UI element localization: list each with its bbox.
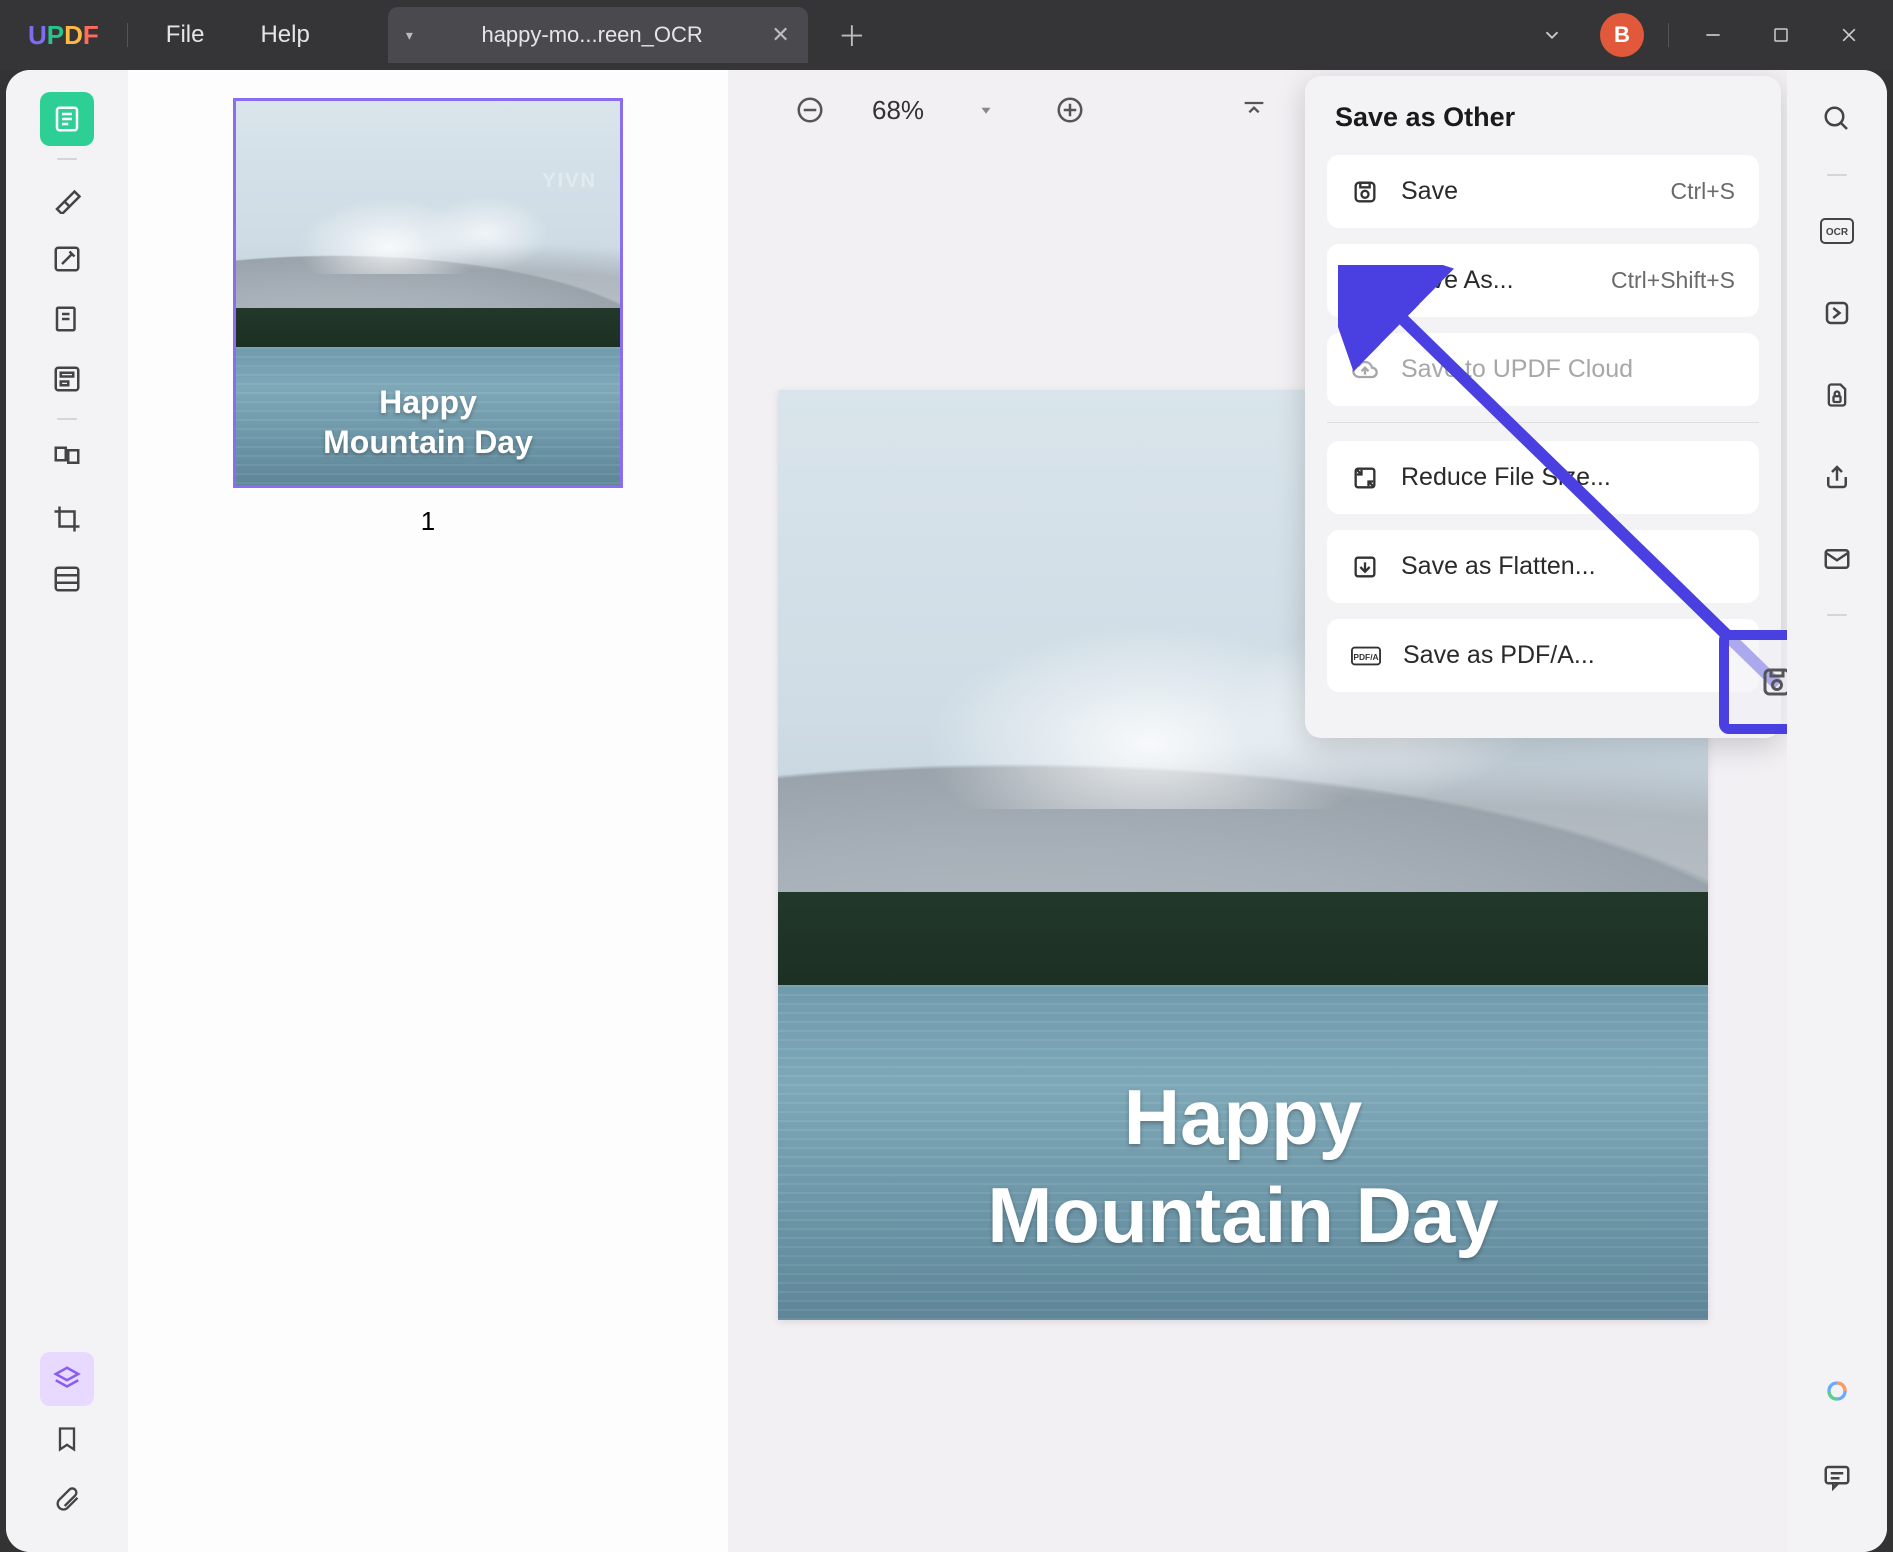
- user-avatar[interactable]: B: [1600, 13, 1644, 57]
- zoom-dropdown-icon[interactable]: [964, 88, 1008, 132]
- email-icon: [1822, 544, 1852, 574]
- save-label: Save: [1401, 177, 1648, 206]
- app-logo: UPDF: [10, 20, 117, 51]
- divider: [57, 158, 77, 160]
- save-option[interactable]: Save Ctrl+S: [1327, 155, 1759, 228]
- save-shortcut: Ctrl+S: [1670, 178, 1735, 205]
- lock-file-icon: [1823, 380, 1851, 410]
- tab-dropdown-icon[interactable]: ▾: [406, 27, 413, 44]
- right-toolbar: OCR: [1787, 70, 1887, 1552]
- thumbnail-caption: Happy Mountain Day: [236, 382, 620, 462]
- watermark-text: YIVN: [542, 170, 597, 193]
- divider: [127, 23, 128, 47]
- zoom-in-button[interactable]: [1048, 88, 1092, 132]
- ai-icon: [1821, 1379, 1853, 1411]
- highlight-tool[interactable]: [40, 172, 94, 226]
- ocr-icon: OCR: [1820, 218, 1854, 244]
- save-icon: [1759, 664, 1787, 700]
- document-tab[interactable]: ▾ happy-mo...reen_OCR ✕: [388, 7, 808, 63]
- comment-button[interactable]: [1810, 1450, 1864, 1504]
- reader-mode-button[interactable]: [40, 92, 94, 146]
- ai-assistant-button[interactable]: [1810, 1368, 1864, 1422]
- thumbnail-page-number: 1: [421, 506, 435, 537]
- new-tab-button[interactable]: ＋: [838, 15, 866, 55]
- window-close-icon[interactable]: [1829, 15, 1869, 55]
- email-button[interactable]: [1810, 532, 1864, 586]
- layers-button[interactable]: [40, 1352, 94, 1406]
- protect-button[interactable]: [1810, 368, 1864, 422]
- annotation-highlight-box: [1719, 630, 1787, 734]
- tab-close-icon[interactable]: ✕: [771, 22, 789, 48]
- crop-tool[interactable]: [40, 492, 94, 546]
- organize-tool[interactable]: [40, 432, 94, 486]
- save-icon: [1351, 178, 1379, 206]
- svg-text:OCR: OCR: [1826, 227, 1849, 238]
- recent-dropdown-icon[interactable]: [1532, 15, 1572, 55]
- share-icon: [1822, 462, 1852, 492]
- page-tool[interactable]: [40, 292, 94, 346]
- thumbnail-image: YIVN Happy Mountain Day: [236, 101, 620, 485]
- page-caption: Happy Mountain Day: [778, 1069, 1708, 1264]
- convert-button[interactable]: [1810, 286, 1864, 340]
- ocr-button[interactable]: OCR: [1810, 204, 1864, 258]
- convert-icon: [1822, 298, 1852, 328]
- search-icon: [1822, 104, 1852, 134]
- comment-icon: [1822, 1462, 1852, 1492]
- search-button[interactable]: [1810, 92, 1864, 146]
- divider: [1827, 614, 1847, 616]
- divider: [1827, 174, 1847, 176]
- app-body: YIVN Happy Mountain Day 1 68%: [6, 70, 1887, 1552]
- window-minimize-icon[interactable]: [1693, 15, 1733, 55]
- fit-page-button[interactable]: [1232, 88, 1276, 132]
- edit-text-tool[interactable]: [40, 232, 94, 286]
- titlebar: UPDF File Help ▾ happy-mo...reen_OCR ✕ ＋…: [0, 0, 1893, 70]
- panel-title: Save as Other: [1327, 102, 1759, 133]
- redact-tool[interactable]: [40, 552, 94, 606]
- main-viewport: 68% Happy Mountain Day: [728, 70, 1787, 1552]
- left-toolbar: [6, 70, 128, 1552]
- form-tool[interactable]: [40, 352, 94, 406]
- zoom-value: 68%: [872, 95, 924, 126]
- menu-file[interactable]: File: [138, 13, 233, 57]
- divider: [1668, 23, 1669, 47]
- thumbnail-panel: YIVN Happy Mountain Day 1: [128, 70, 728, 1552]
- tab-title: happy-mo...reen_OCR: [431, 22, 754, 48]
- zoom-out-button[interactable]: [788, 88, 832, 132]
- attachment-button[interactable]: [40, 1472, 94, 1526]
- divider: [57, 418, 77, 420]
- page-thumbnail-1[interactable]: YIVN Happy Mountain Day: [233, 98, 623, 488]
- menu-help[interactable]: Help: [232, 13, 337, 57]
- window-maximize-icon[interactable]: [1761, 15, 1801, 55]
- bookmark-button[interactable]: [40, 1412, 94, 1466]
- share-button[interactable]: [1810, 450, 1864, 504]
